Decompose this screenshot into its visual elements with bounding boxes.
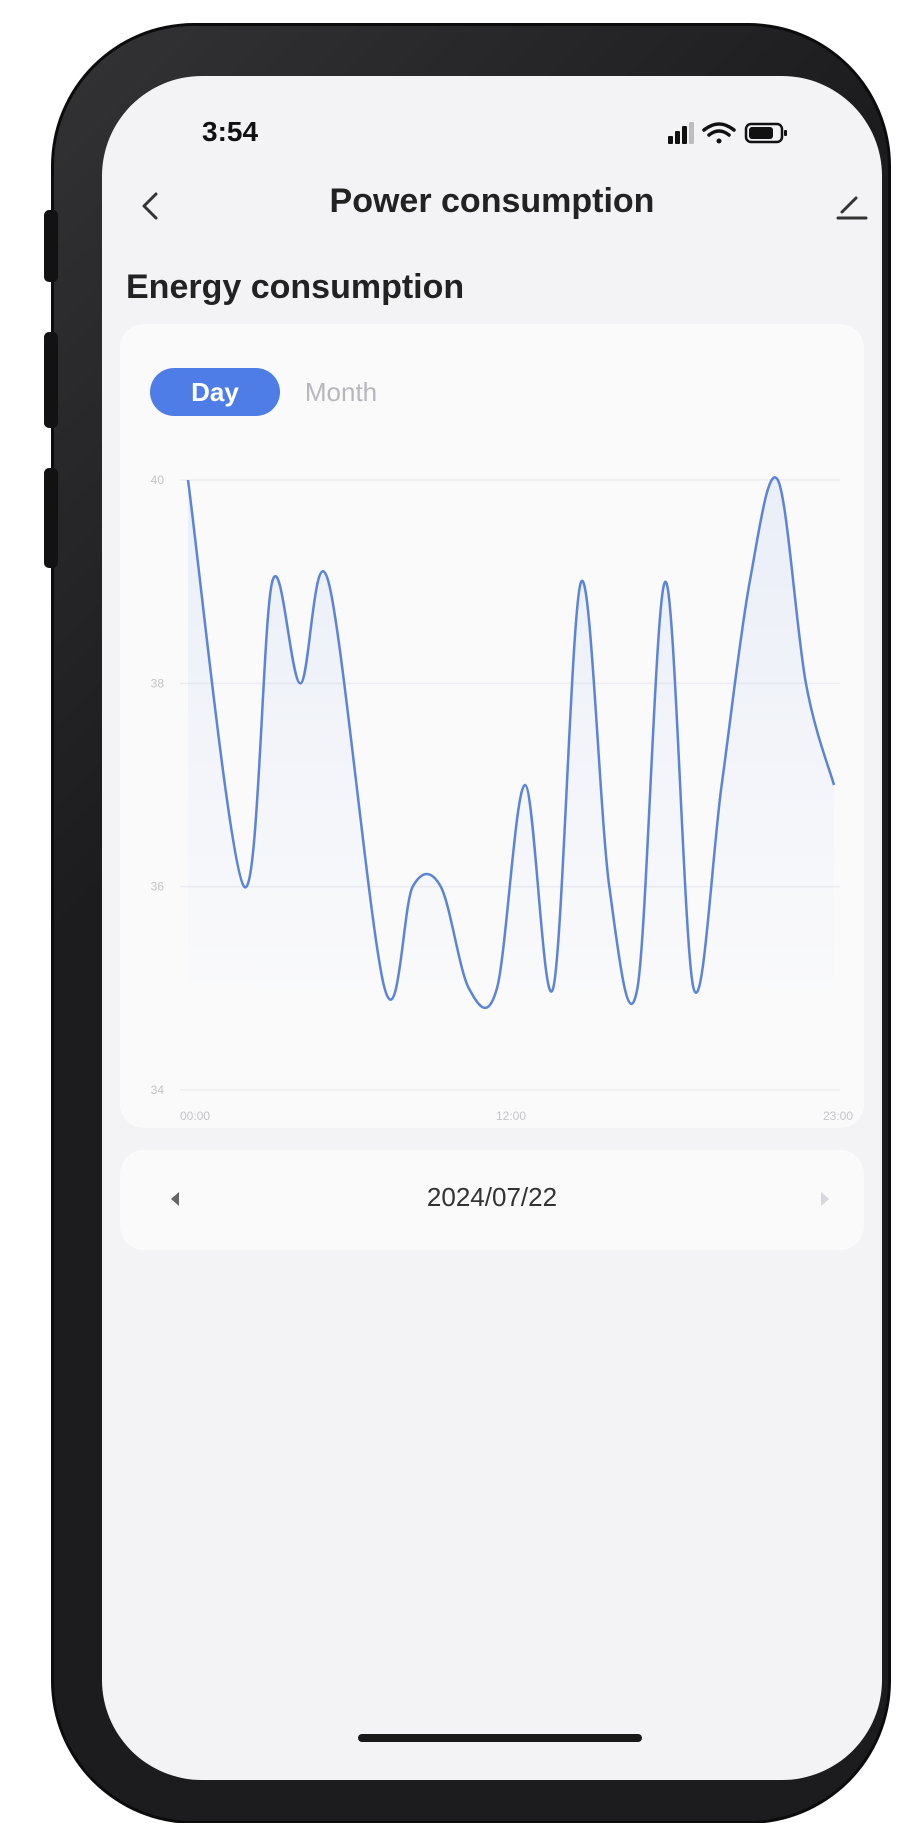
series-area: [188, 477, 834, 1008]
wifi-icon: [702, 122, 736, 144]
x-tick-label: 00:00: [180, 1109, 210, 1123]
chart-card: Day Month 34 36 38 40 00:00 12:00 23:00: [120, 324, 864, 1128]
section-title: Energy consumption: [126, 268, 465, 306]
status-time: 3:54: [202, 116, 259, 147]
current-date: 2024/07/22: [426, 1182, 558, 1212]
home-indicator[interactable]: [358, 1734, 642, 1742]
date-navigator: 2024/07/22: [120, 1150, 864, 1250]
next-date-icon[interactable]: [810, 1184, 840, 1214]
energy-chart: 34 36 38 40 00:00 12:00 23:00: [151, 473, 854, 1123]
y-tick-label: 34: [151, 1083, 165, 1097]
side-button-action: [44, 210, 58, 282]
side-button-volume-down: [44, 468, 58, 568]
status-icons: [668, 122, 787, 144]
app-screen: 3:54 Power consumption Energy consumptio…: [102, 76, 882, 1780]
x-tick-label: 23:00: [823, 1109, 853, 1123]
battery-icon: [744, 122, 787, 144]
y-tick-label: 38: [151, 676, 165, 690]
y-tick-label: 40: [151, 473, 165, 487]
page-title: Power consumption: [329, 182, 655, 220]
x-tick-label: 12:00: [496, 1109, 526, 1123]
y-tick-label: 36: [151, 880, 165, 894]
side-button-volume-up: [44, 332, 58, 428]
signal-icon: [668, 122, 694, 144]
edit-pencil-icon[interactable]: [832, 186, 872, 226]
